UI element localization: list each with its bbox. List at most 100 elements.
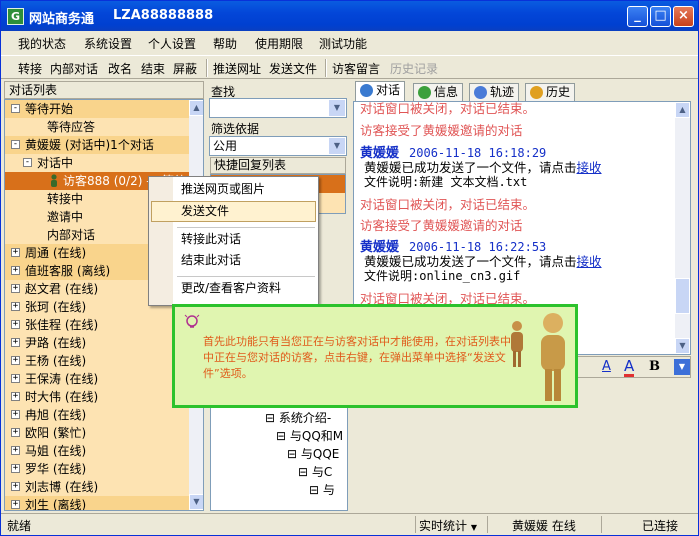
expand-icon[interactable]: +: [11, 446, 20, 455]
tree-row-label: 等待开始: [25, 102, 74, 116]
expand-icon[interactable]: +: [11, 302, 20, 311]
maximize-button[interactable]: □: [650, 6, 671, 27]
end-button[interactable]: 结束: [141, 60, 165, 77]
history-button[interactable]: 历史记录: [390, 60, 438, 77]
tree-row[interactable]: + 罗华 (在线): [5, 460, 190, 478]
collapse-icon[interactable]: -: [23, 158, 32, 167]
rename-button[interactable]: 改名: [108, 60, 132, 77]
tree-row[interactable]: + 刘生 (离线): [5, 496, 190, 510]
expand-icon[interactable]: +: [11, 320, 20, 329]
expand-icon[interactable]: +: [11, 428, 20, 437]
quick-reply-tab[interactable]: 快捷回复列表: [210, 157, 346, 174]
scroll-down-button[interactable]: ▼: [675, 338, 690, 354]
menu-usage-period[interactable]: 使用期限: [255, 35, 303, 52]
quick-reply-tree-item[interactable]: ⊟ 与: [309, 481, 335, 498]
status-separator: [601, 516, 602, 533]
menu-my-status[interactable]: 我的状态: [18, 35, 66, 52]
status-separator: [415, 516, 416, 533]
tree-row[interactable]: + 刘志博 (在线): [5, 478, 190, 496]
expand-icon[interactable]: +: [11, 410, 20, 419]
send-file-button[interactable]: 发送文件: [269, 60, 317, 77]
tree-row[interactable]: 等待应答: [5, 118, 190, 136]
tree-row[interactable]: - 黄媛媛 (对话中)1个对话: [5, 136, 190, 154]
tree-row[interactable]: - 等待开始: [5, 100, 190, 118]
receive-file-link[interactable]: 接收: [577, 254, 602, 269]
search-combo[interactable]: ▼: [209, 98, 347, 118]
tab-info[interactable]: 信息: [413, 83, 464, 101]
expand-icon[interactable]: +: [11, 338, 20, 347]
scroll-up-button[interactable]: ▲: [675, 102, 690, 118]
toolbar-separator: [206, 59, 208, 77]
text-color-icon[interactable]: A: [624, 358, 635, 377]
tree-row[interactable]: + 冉旭 (在线): [5, 406, 190, 424]
expand-icon[interactable]: +: [11, 500, 20, 509]
block-button[interactable]: 屏蔽: [173, 60, 197, 77]
tree-row[interactable]: + 马姐 (在线): [5, 442, 190, 460]
scroll-thumb[interactable]: [675, 278, 690, 314]
tree-row[interactable]: + 尹路 (在线): [5, 334, 190, 352]
tree-row-label: 张珂 (在线): [25, 300, 87, 314]
app-logo-icon: G: [7, 8, 24, 25]
expand-icon[interactable]: +: [11, 392, 20, 401]
tree-row[interactable]: + 张佳程 (在线): [5, 316, 190, 334]
tree-row[interactable]: + 时大伟 (在线): [5, 388, 190, 406]
expand-icon[interactable]: +: [11, 374, 20, 383]
quick-reply-tree-item[interactable]: ⊟ 与QQE: [287, 445, 339, 462]
scroll-up-button[interactable]: ▲: [189, 100, 203, 116]
ctx-push-page[interactable]: 推送网页或图片: [151, 179, 316, 200]
scroll-down-button[interactable]: ▼: [189, 494, 203, 510]
tree-row[interactable]: + 王杨 (在线): [5, 352, 190, 370]
collapse-icon[interactable]: -: [11, 140, 20, 149]
expand-icon[interactable]: +: [11, 284, 20, 293]
push-url-button[interactable]: 推送网址: [213, 60, 261, 77]
visitor-message-button[interactable]: 访客留言: [332, 60, 380, 77]
more-options-icon[interactable]: ▼: [674, 359, 690, 375]
tip-text: 首先此功能只有当您正在与访客对话中才能使用，在对话列表中选 中正在与您对话的访客…: [203, 335, 522, 380]
tree-row-label: 罗华 (在线): [25, 462, 87, 476]
realtime-stats-label: 实时统计: [419, 519, 468, 533]
quick-reply-tree-item[interactable]: ⊟ 系统介绍-: [265, 409, 331, 426]
chevron-down-icon[interactable]: ▼: [329, 138, 345, 154]
tree-row-label: 转接中: [47, 192, 84, 206]
expand-icon[interactable]: +: [11, 266, 20, 275]
tree-row[interactable]: - 对话中: [5, 154, 190, 172]
title-bar[interactable]: G 网站商务通 LZA88888888 _ □ ×: [1, 1, 698, 31]
tree-row[interactable]: + 欧阳 (繁忙): [5, 424, 190, 442]
realtime-stats-button[interactable]: 实时统计 ▼: [419, 517, 477, 534]
bold-icon[interactable]: B: [649, 359, 660, 374]
figure-small-icon: [511, 321, 523, 367]
ctx-send-file[interactable]: 发送文件: [151, 201, 316, 222]
ctx-end-chat[interactable]: 结束此对话: [151, 250, 316, 271]
ctx-transfer-chat[interactable]: 转接此对话: [151, 229, 316, 250]
expand-icon[interactable]: +: [11, 482, 20, 491]
close-button[interactable]: ×: [673, 6, 694, 27]
filter-label: 筛选依据: [211, 122, 260, 136]
tree-row-label: 王保涛 (在线): [25, 372, 99, 386]
expand-icon[interactable]: +: [11, 356, 20, 365]
expand-icon[interactable]: +: [11, 248, 20, 257]
receive-file-link[interactable]: 接收: [577, 160, 602, 175]
tab-chat[interactable]: 对话: [355, 81, 406, 101]
chat-bubble-icon: [360, 84, 373, 97]
tab-history[interactable]: 历史: [525, 83, 576, 101]
quick-reply-tree-item[interactable]: ⊟ 与C: [298, 463, 332, 480]
quick-reply-tree-item[interactable]: ⊟ 与QQ和M: [276, 427, 343, 444]
internal-chat-button[interactable]: 内部对话: [50, 60, 98, 77]
menu-help[interactable]: 帮助: [213, 35, 237, 52]
tree-row-label: 冉旭 (在线): [25, 408, 87, 422]
expand-icon[interactable]: +: [11, 464, 20, 473]
tree-row[interactable]: + 王保涛 (在线): [5, 370, 190, 388]
collapse-icon[interactable]: -: [11, 104, 20, 113]
font-icon[interactable]: A: [602, 359, 611, 374]
ctx-edit-customer[interactable]: 更改/查看客户资料: [151, 278, 316, 299]
minimize-button[interactable]: _: [627, 6, 648, 27]
menu-system-settings[interactable]: 系统设置: [84, 35, 132, 52]
menu-personal-settings[interactable]: 个人设置: [148, 35, 196, 52]
chevron-down-icon[interactable]: ▼: [329, 100, 345, 116]
transfer-button[interactable]: 转接: [18, 60, 42, 77]
filter-combo[interactable]: 公用 ▼: [209, 136, 347, 156]
quick-reply-tree[interactable]: ⊟ 系统介绍- ⊟ 与QQ和M ⊟ 与QQE ⊟ 与C ⊟ 与: [210, 396, 348, 511]
chat-scrollbar[interactable]: ▲ ▼: [675, 102, 690, 354]
menu-test-functions[interactable]: 测试功能: [319, 35, 367, 52]
tab-track[interactable]: 轨迹: [469, 83, 520, 101]
